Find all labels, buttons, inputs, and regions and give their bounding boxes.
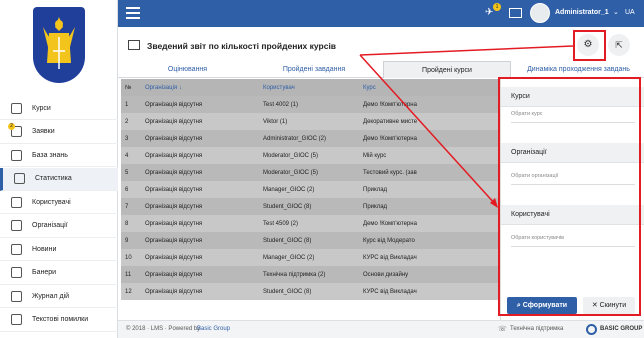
- annotation-arrows: [359, 45, 574, 208]
